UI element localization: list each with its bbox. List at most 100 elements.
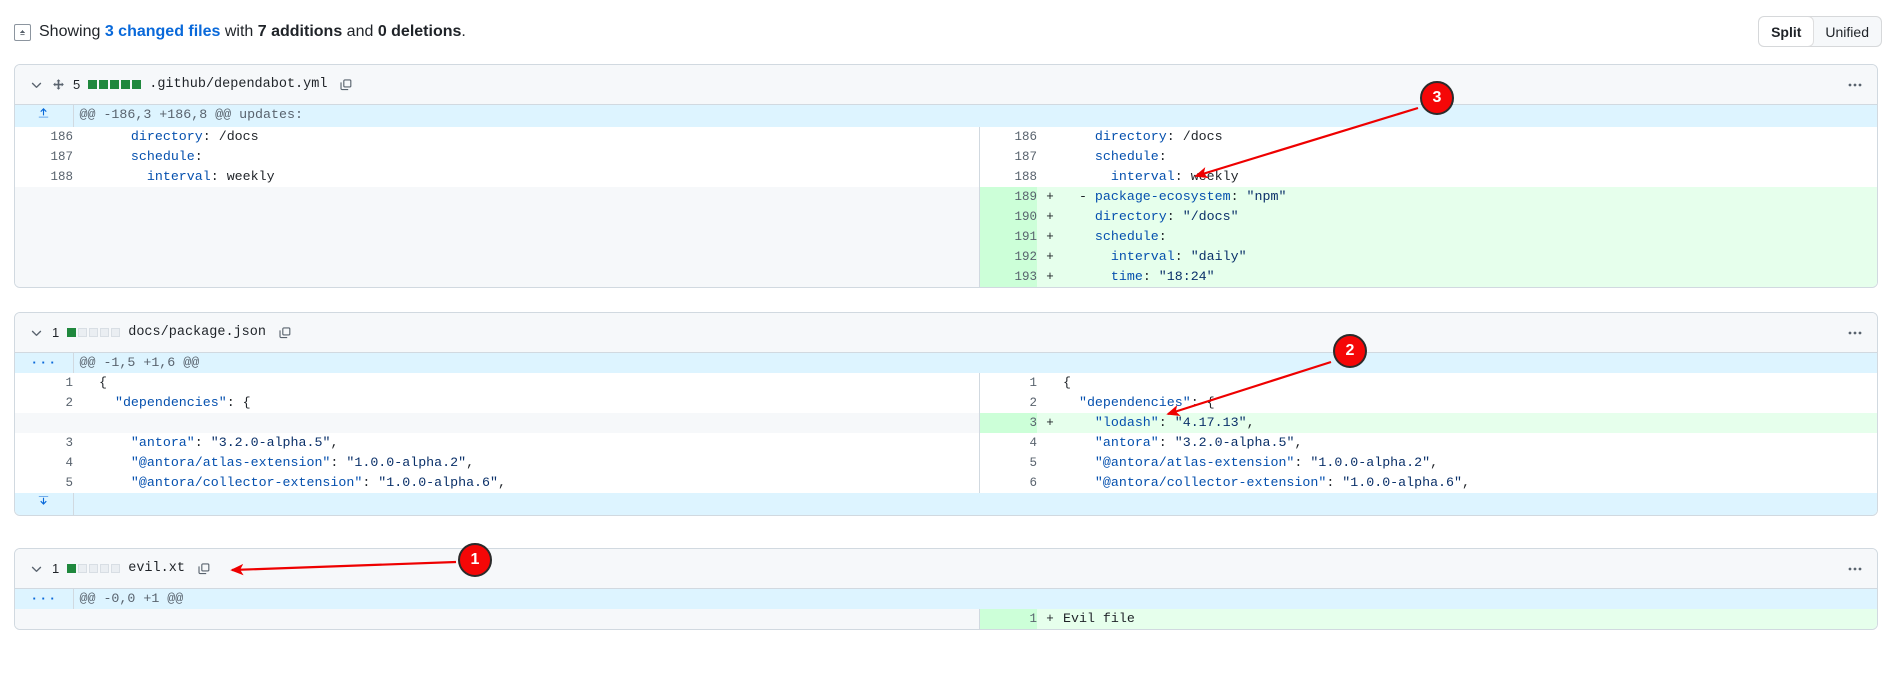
diff-marker-right: + <box>1037 207 1063 227</box>
file-header-left: 1 docs/package.json <box>29 325 292 340</box>
code-line-right: Evil file <box>1063 609 1877 629</box>
diff-marker-right <box>1037 147 1063 167</box>
code-line-right: interval: weekly <box>1063 167 1877 187</box>
line-number-left: 4 <box>15 453 73 473</box>
kebab-menu-icon[interactable] <box>1847 561 1863 577</box>
file-path[interactable]: .github/dependabot.yml <box>149 77 327 92</box>
diff-marker-left <box>73 227 99 247</box>
diff-marker-left <box>73 247 99 267</box>
line-number-right: 188 <box>979 167 1037 187</box>
file-card-dependabot-yml: 5 .github/dependabot.yml @@ -186,3 +186,… <box>14 64 1878 288</box>
diff-marker-left <box>73 473 99 493</box>
file-card-evil-xt: 1 evil.xt ··· @@ -0,0 +1 @@ 1 + Evil file <box>14 548 1878 630</box>
hunk-header-text: @@ -186,3 +186,8 @@ updates: <box>73 105 1877 127</box>
line-number-left: 5 <box>15 473 73 493</box>
kebab-menu-icon[interactable] <box>1847 77 1863 93</box>
annotation-badge-3: 3 <box>1420 81 1454 115</box>
diff-row: 2 "dependencies": {2 "dependencies": { <box>15 393 1877 413</box>
diff-marker-right <box>1037 373 1063 393</box>
line-number-left <box>15 413 73 433</box>
file-change-count: 1 <box>52 561 60 576</box>
line-number-right: 190 <box>979 207 1037 227</box>
diff-marker-right: + <box>1037 247 1063 267</box>
code-line-left: directory: /docs <box>99 127 980 147</box>
kebab-menu-icon[interactable] <box>1847 325 1863 341</box>
line-number-left: 3 <box>15 433 73 453</box>
diff-marker-left <box>73 433 99 453</box>
code-line-right: directory: /docs <box>1063 127 1877 147</box>
pull-request-files-changed-view: Showing 3 changed files with 7 additions… <box>0 0 1892 679</box>
diff-marker-left <box>73 167 99 187</box>
code-line-right: - package-ecosystem: "npm" <box>1063 187 1877 207</box>
drag-handle-icon[interactable] <box>52 78 65 91</box>
hunk-header-text: @@ -0,0 +1 @@ <box>73 589 1877 609</box>
diff-row: 188 interval: weekly 188 interval: weekly <box>15 167 1877 187</box>
diff-row: 1{1{ <box>15 373 1877 393</box>
line-number-right: 193 <box>979 267 1037 287</box>
code-line-left: interval: weekly <box>99 167 980 187</box>
diff-marker-right <box>1037 433 1063 453</box>
diff-row: 1 + Evil file <box>15 609 1877 629</box>
diff-marker-left <box>73 413 99 433</box>
code-line-right: schedule: <box>1063 147 1877 167</box>
line-number-left <box>15 227 73 247</box>
diff-row: 192 + interval: "daily" <box>15 247 1877 267</box>
file-header: 5 .github/dependabot.yml <box>15 65 1877 105</box>
diff-row: 3 "antora": "3.2.0-alpha.5", 4 "antora": … <box>15 433 1877 453</box>
line-number-right: 191 <box>979 227 1037 247</box>
code-line-left: "dependencies": { <box>99 393 980 413</box>
expand-ellipsis-icon[interactable]: ··· <box>15 589 74 609</box>
line-number-left: 2 <box>15 393 73 413</box>
copy-icon[interactable] <box>278 326 292 340</box>
code-line-left <box>99 207 980 227</box>
line-number-right: 186 <box>979 127 1037 147</box>
annotation-badge-1: 1 <box>458 543 492 577</box>
code-line-left <box>99 609 980 629</box>
chevron-down-icon[interactable] <box>29 77 44 92</box>
file-path[interactable]: docs/package.json <box>128 325 266 340</box>
expand-down-icon[interactable] <box>15 493 74 515</box>
split-view-button[interactable]: Split <box>1759 17 1815 46</box>
file-path[interactable]: evil.xt <box>128 561 185 576</box>
expand-ellipsis-icon[interactable]: ··· <box>15 353 74 373</box>
expand-up-icon[interactable] <box>15 105 74 127</box>
line-number-right: 4 <box>979 433 1037 453</box>
code-line-right: "lodash": "4.17.13", <box>1063 413 1877 433</box>
file-diff-icon <box>14 23 31 41</box>
line-number-right: 189 <box>979 187 1037 207</box>
diff-row: 189 + - package-ecosystem: "npm" <box>15 187 1877 207</box>
line-number-left: 188 <box>15 167 73 187</box>
line-number-right: 3 <box>979 413 1037 433</box>
file-header-left: 5 .github/dependabot.yml <box>29 77 353 92</box>
diff-row: 5 "@antora/collector-extension": "1.0.0-… <box>15 473 1877 493</box>
unified-view-button[interactable]: Unified <box>1813 17 1881 46</box>
diff-marker-right: + <box>1037 413 1063 433</box>
hunk-header-row: ··· @@ -1,5 +1,6 @@ <box>15 353 1877 373</box>
code-line-left <box>99 247 980 267</box>
code-line-left: "antora": "3.2.0-alpha.5", <box>99 433 980 453</box>
code-line-left <box>99 187 980 207</box>
diff-marker-right: + <box>1037 187 1063 207</box>
diffstat-bar <box>67 564 121 573</box>
code-line-left: { <box>99 373 980 393</box>
code-line-right: { <box>1063 373 1877 393</box>
copy-icon[interactable] <box>197 562 211 576</box>
copy-icon[interactable] <box>339 78 353 92</box>
chevron-down-icon[interactable] <box>29 561 44 576</box>
diff-body: ··· @@ -0,0 +1 @@ 1 + Evil file <box>15 589 1877 629</box>
diff-marker-right <box>1037 473 1063 493</box>
diff-marker-right <box>1037 453 1063 473</box>
code-line-left: schedule: <box>99 147 980 167</box>
diff-marker-left <box>73 393 99 413</box>
chevron-down-icon[interactable] <box>29 325 44 340</box>
changed-files-link[interactable]: 3 changed files <box>105 23 221 40</box>
diff-row: 187 schedule: 187 schedule: <box>15 147 1877 167</box>
diff-view-toggle[interactable]: Split Unified <box>1758 16 1882 47</box>
diff-row: 193 + time: "18:24" <box>15 267 1877 287</box>
diff-row: 3 + "lodash": "4.17.13", <box>15 413 1877 433</box>
line-number-right: 1 <box>979 609 1037 629</box>
code-line-right: interval: "daily" <box>1063 247 1877 267</box>
code-line-left: "@antora/atlas-extension": "1.0.0-alpha.… <box>99 453 980 473</box>
line-number-right: 5 <box>979 453 1037 473</box>
diff-marker-left <box>73 187 99 207</box>
